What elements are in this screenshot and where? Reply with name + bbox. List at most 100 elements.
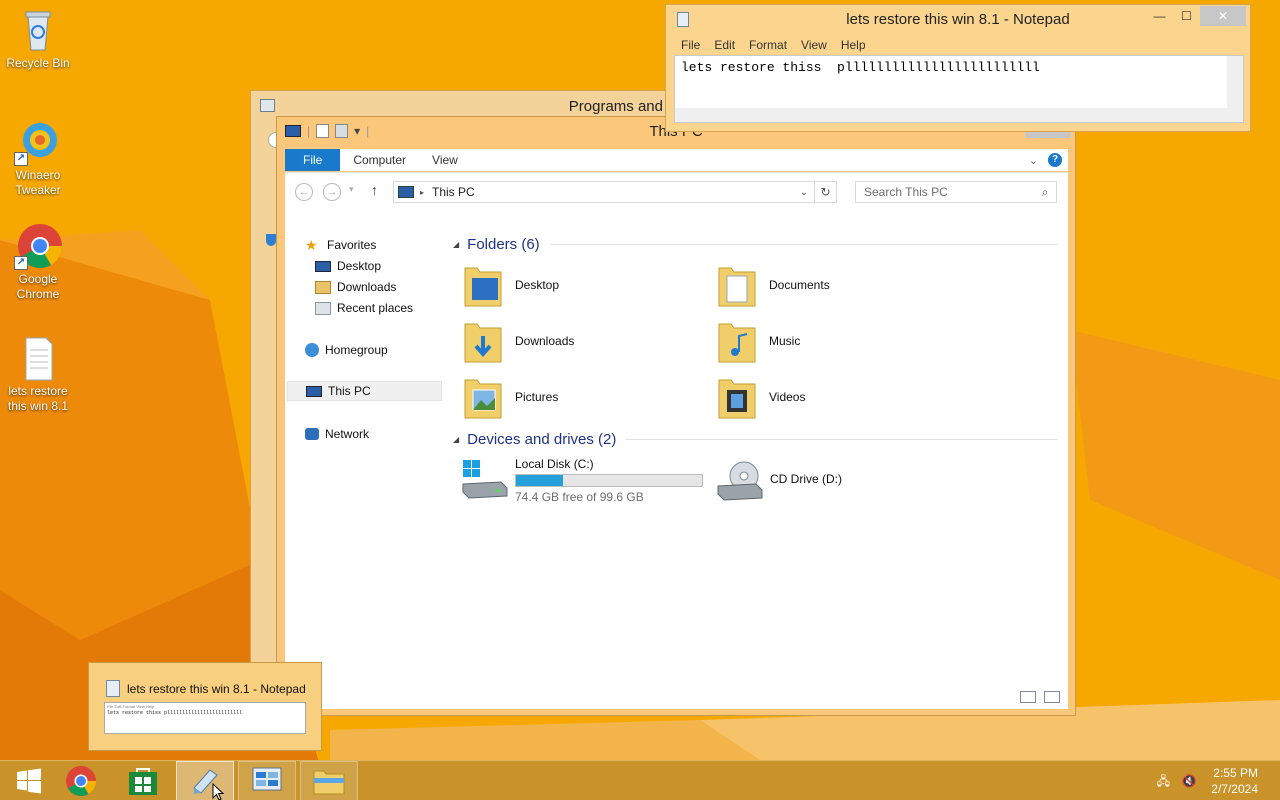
nav-label: Favorites (327, 238, 377, 252)
recycle-bin-icon (14, 6, 62, 54)
desktop-folder-icon (463, 262, 503, 308)
desktop-icon-recycle-bin[interactable]: Recycle Bin (1, 6, 75, 71)
nav-label: Downloads (337, 280, 397, 294)
window-title: Programs and (568, 98, 663, 115)
drive-cd-d[interactable]: CD Drive (D:) (716, 455, 842, 505)
hard-drive-icon (461, 458, 509, 502)
taskbar-store[interactable] (114, 761, 172, 800)
divider (626, 438, 1058, 440)
folder-music[interactable]: Music (717, 316, 957, 366)
text-editor[interactable]: lets restore thiss pllllllllllllllllllll… (674, 55, 1244, 123)
address-dropdown-icon[interactable]: ⌄ (794, 187, 814, 198)
taskbar-file-explorer[interactable] (300, 761, 358, 800)
network-icon[interactable]: 🖧 (1155, 773, 1171, 789)
horizontal-scrollbar[interactable] (675, 108, 1227, 122)
forward-button[interactable]: → (323, 183, 341, 201)
pictures-folder-icon (463, 374, 503, 420)
nav-downloads[interactable]: Downloads (315, 277, 396, 297)
nav-desktop[interactable]: Desktop (315, 256, 381, 276)
refresh-icon[interactable]: ↻ (814, 182, 836, 202)
address-bar[interactable]: ▸ This PC ⌄ ↻ (393, 181, 837, 203)
group-header-label: Devices and drives (2) (467, 430, 617, 448)
thumbnail-image: File Edit Format View Help lets restore … (104, 702, 306, 734)
this-pc-icon (398, 186, 414, 198)
recent-locations-icon[interactable]: ▾ (349, 184, 354, 195)
nav-label: Homegroup (325, 343, 388, 357)
nav-favorites[interactable]: ★ Favorites (305, 235, 376, 255)
desktop-icon-label: Winaero Tweaker (15, 168, 61, 197)
clock-time: 2:55 PM (1213, 766, 1258, 780)
thumbnail-menu-text: File Edit Format View Help (107, 704, 155, 709)
thumbnail-title: lets restore this win 8.1 - Notepad (127, 682, 306, 696)
tab-view[interactable]: View (419, 149, 471, 171)
nav-recent-places[interactable]: Recent places (315, 298, 413, 318)
vertical-scrollbar[interactable] (1227, 56, 1243, 122)
tab-computer[interactable]: Computer (340, 149, 419, 171)
folder-label: Videos (769, 390, 806, 404)
store-icon (129, 768, 157, 795)
expand-ribbon-icon[interactable]: ⌄ (1029, 154, 1038, 167)
desktop-icon-google-chrome[interactable]: ↗ Google Chrome (1, 222, 75, 302)
search-placeholder: Search This PC (864, 185, 948, 199)
taskbar-control-panel[interactable] (238, 761, 296, 800)
nav-network[interactable]: Network (305, 424, 369, 444)
details-view-icon[interactable] (1020, 691, 1036, 703)
ribbon-tabs: File Computer View ⌄ ? (285, 149, 1068, 171)
minimize-button[interactable]: — (1146, 6, 1173, 26)
taskbar-notepad[interactable] (176, 761, 234, 800)
downloads-folder-icon (463, 318, 503, 364)
nav-label: Desktop (337, 259, 382, 273)
control-panel-icon (252, 767, 282, 791)
menu-format[interactable]: Format (742, 38, 794, 52)
menu-view[interactable]: View (794, 38, 834, 52)
mouse-cursor-icon (212, 783, 224, 800)
nav-label: This PC (328, 384, 371, 398)
folder-videos[interactable]: Videos (717, 372, 957, 422)
folder-pictures[interactable]: Pictures (463, 372, 703, 422)
navigation-pane: ★ Favorites Desktop Downloads Recent pla… (285, 209, 443, 699)
collapse-icon: ◢ (453, 434, 460, 444)
notepad-window[interactable]: lets restore this win 8.1 - Notepad — ☐ … (665, 4, 1251, 132)
help-icon[interactable]: ? (1048, 153, 1062, 167)
folder-downloads[interactable]: Downloads (463, 316, 703, 366)
menu-file[interactable]: File (674, 38, 707, 52)
group-header-label: Folders (6) (467, 235, 540, 253)
winaero-tweaker-icon: ↗ (14, 118, 62, 166)
folders-group-header[interactable]: ◢ Folders (6) (453, 234, 1058, 254)
system-tray: 🖧 🔇 2:55 PM 2/7/2024 (1145, 761, 1280, 800)
collapse-icon: ◢ (453, 239, 460, 249)
recent-places-icon (315, 301, 331, 315)
folder-desktop[interactable]: Desktop (463, 260, 703, 310)
text-file-icon (14, 334, 62, 382)
desktop-icon-text-file[interactable]: lets restore this win 8.1 (1, 334, 75, 414)
file-explorer-window[interactable]: | ▾ | This PC — ☐ ✕ File Computer View ⌄… (276, 116, 1076, 716)
large-icons-view-icon[interactable] (1044, 691, 1060, 703)
drives-group-header[interactable]: ◢ Devices and drives (2) (453, 429, 1058, 449)
tab-file[interactable]: File (285, 149, 341, 171)
control-panel-icon (260, 99, 275, 112)
back-button[interactable]: ← (295, 183, 313, 201)
breadcrumb-separator-icon: ▸ (420, 187, 425, 197)
taskbar: 🖧 🔇 2:55 PM 2/7/2024 (0, 760, 1280, 800)
menu-help[interactable]: Help (834, 38, 873, 52)
start-button[interactable] (0, 761, 58, 800)
folder-label: Music (769, 334, 801, 348)
videos-folder-icon (717, 374, 757, 420)
taskbar-thumbnail-preview[interactable]: lets restore this win 8.1 - Notepad File… (88, 662, 322, 751)
desktop-icon-winaero-tweaker[interactable]: ↗ Winaero Tweaker (1, 118, 75, 198)
maximize-button[interactable]: ☐ (1173, 6, 1200, 26)
nav-homegroup[interactable]: Homegroup (305, 340, 388, 360)
volume-muted-icon[interactable]: 🔇 (1181, 773, 1197, 789)
menu-edit[interactable]: Edit (707, 38, 742, 52)
file-explorer-icon (313, 770, 345, 795)
drive-local-disk-c[interactable]: Local Disk (C:) 74.4 GB free of 99.6 GB (461, 455, 703, 505)
search-input[interactable]: Search This PC ⌕ (855, 181, 1057, 203)
taskbar-chrome[interactable] (52, 761, 110, 800)
close-button[interactable]: ✕ (1200, 6, 1246, 26)
folder-documents[interactable]: Documents (717, 260, 957, 310)
notepad-icon (106, 680, 120, 697)
clock[interactable]: 2:55 PM 2/7/2024 (1211, 765, 1280, 797)
nav-this-pc[interactable]: This PC (287, 381, 442, 401)
breadcrumb-this-pc[interactable]: This PC (432, 185, 475, 199)
up-button[interactable]: ↑ (371, 182, 378, 198)
